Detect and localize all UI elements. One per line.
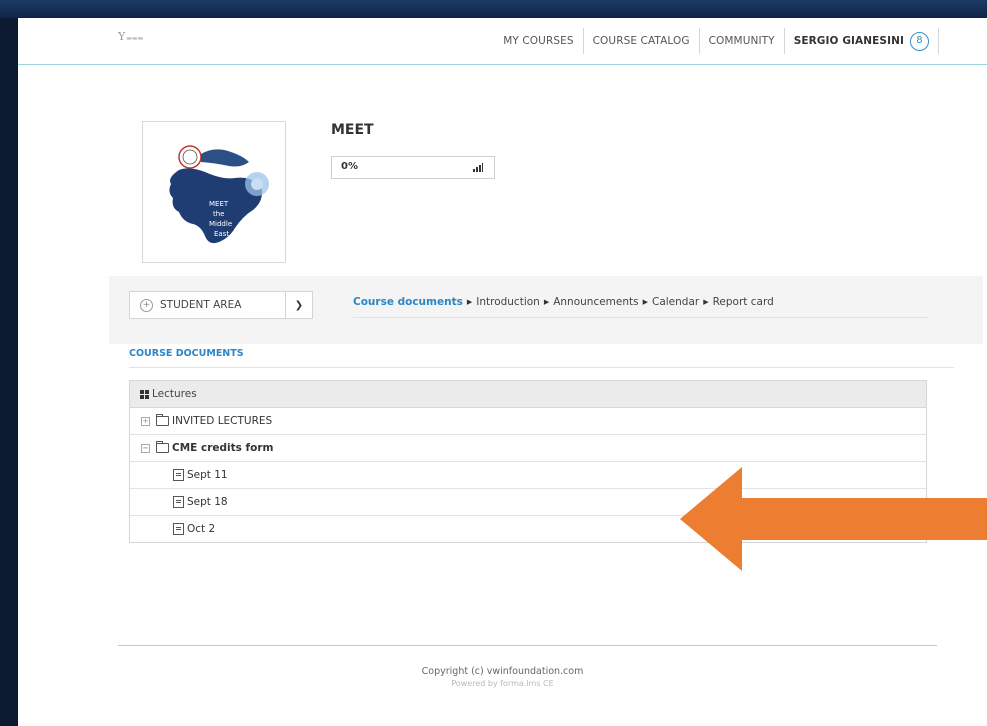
expand-icon[interactable]: + xyxy=(141,416,150,426)
powered-by-text: Powered by forma.lms CE xyxy=(451,679,554,688)
caret-right-icon: ▶ xyxy=(642,298,648,306)
nav-community[interactable]: COMMUNITY xyxy=(700,28,785,54)
course-thumbnail: MEET the Middle East xyxy=(142,121,286,263)
folder-icon xyxy=(156,414,169,426)
copyright-text: Copyright (c) vwinfoundation.com xyxy=(421,666,584,677)
course-navigation-band: + STUDENT AREA ❯ Course documents ▶ Intr… xyxy=(109,276,983,344)
course-title: MEET xyxy=(331,122,374,138)
file-label: Sept 11 xyxy=(187,469,228,481)
svg-text:East: East xyxy=(214,230,229,238)
folder-label: INVITED LECTURES xyxy=(172,415,273,427)
form-file-icon xyxy=(173,496,184,508)
screen-bezel-top xyxy=(0,0,987,18)
collapse-icon[interactable]: − xyxy=(141,443,150,453)
site-logo[interactable]: Y▬▬▬ xyxy=(118,30,143,43)
folder-row-invited-lectures[interactable]: + INVITED LECTURES xyxy=(130,408,926,435)
main-nav: MY COURSES COURSE CATALOG COMMUNITY SERG… xyxy=(494,28,939,54)
documents-tree-header: Lectures xyxy=(130,381,926,408)
link-announcements[interactable]: Announcements xyxy=(553,296,638,308)
student-area-label: STUDENT AREA xyxy=(160,299,242,311)
grid-icon xyxy=(140,389,149,399)
nav-course-catalog[interactable]: COURSE CATALOG xyxy=(584,28,700,54)
section-title: COURSE DOCUMENTS xyxy=(129,348,954,368)
form-file-icon xyxy=(173,523,184,535)
meet-logo-image: MEET the Middle East xyxy=(169,145,269,244)
form-file-icon xyxy=(173,469,184,481)
footer-divider xyxy=(118,645,937,646)
lms-page: Y▬▬▬ MY COURSES COURSE CATALOG COMMUNITY… xyxy=(18,18,987,726)
plus-circle-icon: + xyxy=(140,298,153,312)
progress-label: 0% xyxy=(341,161,358,172)
folder-row-cme-credits-form[interactable]: − CME credits form xyxy=(130,435,926,462)
course-menu-links: Course documents ▶ Introduction ▶ Announ… xyxy=(353,296,928,318)
svg-text:Middle: Middle xyxy=(209,220,232,228)
user-menu[interactable]: SERGIO GIANESINI 8 xyxy=(785,28,939,54)
left-arrow-icon xyxy=(680,467,987,571)
top-navigation-bar: Y▬▬▬ MY COURSES COURSE CATALOG COMMUNITY… xyxy=(18,18,987,65)
file-label: Oct 2 xyxy=(187,523,216,535)
user-name: SERGIO GIANESINI xyxy=(793,35,904,47)
student-area-dropdown[interactable]: + STUDENT AREA ❯ xyxy=(129,291,313,319)
chevron-down-icon[interactable]: ❯ xyxy=(285,292,312,318)
link-report-card[interactable]: Report card xyxy=(713,296,774,308)
link-calendar[interactable]: Calendar xyxy=(652,296,699,308)
tree-header-label: Lectures xyxy=(152,388,197,400)
open-folder-icon xyxy=(156,441,169,453)
svg-text:the: the xyxy=(213,210,225,218)
svg-text:MEET: MEET xyxy=(209,200,229,208)
course-progress-bar: 0% xyxy=(331,156,495,179)
link-course-documents[interactable]: Course documents xyxy=(353,296,463,308)
user-icon[interactable]: 8 xyxy=(910,31,929,51)
signal-bars-icon xyxy=(473,163,483,172)
caret-right-icon: ▶ xyxy=(703,298,709,306)
file-label: Sept 18 xyxy=(187,496,228,508)
caret-right-icon: ▶ xyxy=(466,298,473,306)
caret-right-icon: ▶ xyxy=(543,298,550,306)
folder-label: CME credits form xyxy=(172,442,274,454)
nav-my-courses[interactable]: MY COURSES xyxy=(494,28,584,54)
link-introduction[interactable]: Introduction xyxy=(476,296,540,308)
